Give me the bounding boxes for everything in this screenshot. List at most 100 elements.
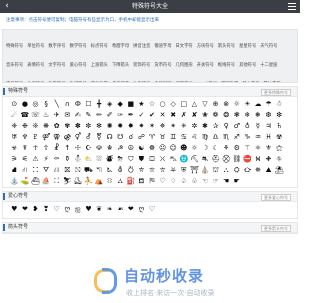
- category-link[interactable]: 箭头符号: [218, 43, 235, 50]
- category-link[interactable]: 特殊符号: [6, 43, 23, 50]
- symbol-item[interactable]: ☪: [83, 143, 94, 154]
- symbol-item[interactable]: ⛪: [200, 165, 211, 176]
- symbol-item[interactable]: ♡: [147, 205, 158, 214]
- symbol-item[interactable]: ⛞: [73, 165, 84, 176]
- symbol-item[interactable]: ☍: [136, 132, 147, 143]
- symbol-item[interactable]: ⛭: [231, 165, 242, 176]
- symbol-item[interactable]: ❊: [30, 121, 41, 132]
- symbol-item[interactable]: ❥: [30, 205, 41, 214]
- symbol-item[interactable]: ⊕: [210, 99, 221, 110]
- symbol-item[interactable]: ❋: [41, 121, 52, 132]
- symbol-item[interactable]: ⛣: [126, 165, 137, 176]
- symbol-item[interactable]: ☆: [147, 99, 158, 110]
- symbol-item[interactable]: ☸: [147, 143, 158, 154]
- symbol-item[interactable]: ☿: [253, 121, 264, 132]
- symbol-item[interactable]: ⛇: [104, 154, 115, 165]
- symbol-item[interactable]: ◇: [168, 99, 179, 110]
- symbol-item[interactable]: ⛐: [200, 154, 211, 165]
- symbol-item[interactable]: ☼: [189, 143, 200, 154]
- symbol-item[interactable]: ⚥: [73, 132, 84, 143]
- category-link[interactable]: 汉字笔画: [176, 81, 193, 82]
- symbol-item[interactable]: ⛨: [179, 165, 190, 176]
- symbol-item[interactable]: ⛻: [104, 176, 115, 187]
- symbol-item[interactable]: ☧: [51, 143, 62, 154]
- symbol-item[interactable]: ❄: [242, 110, 253, 121]
- symbol-item[interactable]: ✍: [73, 110, 84, 121]
- symbol-item[interactable]: ⚦: [83, 132, 94, 143]
- symbol-item[interactable]: ♥: [83, 205, 94, 214]
- symbol-item[interactable]: ♢: [168, 176, 179, 187]
- symbol-item[interactable]: ╲: [51, 99, 62, 110]
- symbol-item[interactable]: ☞: [210, 176, 221, 187]
- category-link[interactable]: 数字符号: [48, 81, 65, 82]
- symbol-item[interactable]: ✔: [147, 110, 158, 121]
- symbol-item[interactable]: ☼: [231, 99, 242, 110]
- symbol-item[interactable]: □: [179, 99, 190, 110]
- symbol-item[interactable]: ⛹: [83, 176, 94, 187]
- symbol-item[interactable]: ☭: [115, 143, 126, 154]
- symbol-item[interactable]: ⛦: [157, 165, 168, 176]
- symbol-item[interactable]: ✻: [94, 121, 105, 132]
- symbol-item[interactable]: ⛲: [9, 176, 20, 187]
- category-link[interactable]: 下降箭头: [112, 62, 129, 69]
- symbol-item[interactable]: ⚘: [221, 143, 232, 154]
- symbol-item[interactable]: ♨: [41, 110, 52, 121]
- symbol-item[interactable]: ⛈: [115, 154, 126, 165]
- category-link[interactable]: 数学符号: [70, 43, 87, 50]
- symbol-item[interactable]: ⚛: [253, 143, 264, 154]
- symbol-item[interactable]: ✺: [104, 121, 115, 132]
- symbol-item[interactable]: ⛴: [30, 176, 41, 187]
- more-button[interactable]: 更多爱心符号: [261, 194, 291, 201]
- symbol-item[interactable]: ♆: [20, 132, 31, 143]
- symbol-item[interactable]: ☻: [179, 143, 190, 154]
- symbol-item[interactable]: ♡: [51, 205, 62, 214]
- symbol-item[interactable]: ⚜: [263, 143, 274, 154]
- symbol-item[interactable]: ☛: [231, 176, 242, 187]
- category-link[interactable]: 标点符号: [91, 43, 108, 50]
- symbol-item[interactable]: ⛸: [73, 176, 84, 187]
- category-link[interactable]: 数字序号: [48, 43, 65, 50]
- symbol-item[interactable]: ○: [157, 99, 168, 110]
- symbol-item[interactable]: ∩: [62, 99, 73, 110]
- symbol-item[interactable]: ☨: [62, 143, 73, 154]
- symbol-item[interactable]: ✎: [83, 110, 94, 121]
- category-link[interactable]: 十二星座: [260, 62, 277, 69]
- symbol-item[interactable]: ☏: [30, 110, 41, 121]
- symbol-item[interactable]: ◆: [115, 99, 126, 110]
- symbol-item[interactable]: ✑: [115, 110, 126, 121]
- symbol-item[interactable]: ♁: [242, 121, 253, 132]
- symbol-item[interactable]: ⛡: [104, 165, 115, 176]
- symbol-item[interactable]: ⛶: [51, 176, 62, 187]
- symbol-item[interactable]: ⚞: [9, 154, 20, 165]
- symbol-item[interactable]: ✵: [157, 121, 168, 132]
- symbol-item[interactable]: ⚱: [62, 154, 73, 165]
- symbol-item[interactable]: ⚝: [274, 143, 285, 154]
- symbol-item[interactable]: ⛵: [41, 176, 52, 187]
- symbol-item[interactable]: ✴: [168, 121, 179, 132]
- symbol-item[interactable]: ⛚: [30, 165, 41, 176]
- symbol-item[interactable]: ⛠: [94, 165, 105, 176]
- symbol-item[interactable]: ☾: [210, 143, 221, 154]
- symbol-item[interactable]: ✉: [62, 110, 73, 121]
- symbol-item[interactable]: ⛕: [253, 154, 264, 165]
- symbol-item[interactable]: ╋: [94, 99, 105, 110]
- symbol-item[interactable]: ⛼: [115, 176, 126, 187]
- symbol-item[interactable]: ♐: [231, 132, 242, 143]
- symbol-item[interactable]: ☌: [126, 132, 137, 143]
- symbol-item[interactable]: ♡: [157, 176, 168, 187]
- symbol-item[interactable]: ♅: [9, 132, 20, 143]
- symbol-item[interactable]: ⛳: [20, 176, 31, 187]
- symbol-item[interactable]: ♍: [200, 132, 211, 143]
- symbol-item[interactable]: ⛊: [136, 154, 147, 165]
- category-link[interactable]: 星星符号: [239, 43, 256, 50]
- symbol-item[interactable]: ☃: [274, 99, 285, 110]
- symbol-item[interactable]: ⛗: [274, 154, 285, 165]
- symbol-item[interactable]: ❤: [126, 205, 137, 214]
- symbol-item[interactable]: ♏: [221, 132, 232, 143]
- symbol-item[interactable]: ⚣: [62, 132, 73, 143]
- category-link[interactable]: 偏旁部首: [112, 81, 129, 82]
- symbol-item[interactable]: ☣: [9, 143, 20, 154]
- symbol-item[interactable]: ✕: [157, 110, 168, 121]
- symbol-item[interactable]: ✰: [210, 121, 221, 132]
- symbol-item[interactable]: ★: [136, 99, 147, 110]
